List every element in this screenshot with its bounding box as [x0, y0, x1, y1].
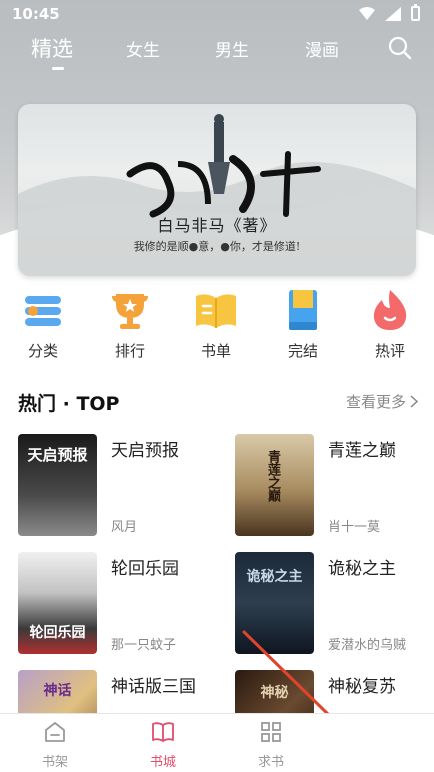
book-title: 轮回乐园 [111, 559, 179, 579]
book-list-icon [194, 288, 238, 332]
section-title: 热门 · TOP [18, 393, 120, 415]
tab-male[interactable]: 男生 [215, 36, 249, 61]
bookshelf-icon [45, 722, 65, 742]
cover-title: 轮回乐园 [29, 625, 86, 641]
book-cover: 天启预报 [18, 434, 97, 536]
view-more-link[interactable]: 查看更多 [346, 391, 418, 412]
book-cover: 轮回乐园 [18, 552, 97, 654]
category-item-ranking[interactable]: 排行 [95, 288, 165, 361]
book-title: 诡秘之主 [328, 559, 396, 579]
book-item[interactable]: 青莲之巅 青莲之巅 肖十一莫 [235, 434, 434, 538]
nav-bookshelf[interactable]: 书架 [20, 720, 90, 770]
tab-featured[interactable]: 精选 [31, 33, 73, 63]
chevron-right-icon [410, 395, 418, 408]
category-item-classify[interactable]: 分类 [8, 288, 78, 361]
book-author: 风月 [111, 520, 138, 535]
bottom-navigation: 书架 书城 求书 [0, 713, 434, 772]
book-cover: 青莲之巅 [235, 434, 314, 536]
tab-comics[interactable]: 漫画 [305, 36, 339, 61]
status-icons [359, 4, 420, 21]
status-time: 10:45 [12, 5, 60, 23]
ranking-label: 排行 [114, 342, 145, 360]
wifi-icon [359, 6, 375, 20]
book-title: 青莲之巅 [328, 441, 396, 461]
hot-reviews-label: 热评 [374, 342, 405, 360]
search-icon[interactable] [388, 36, 412, 60]
booklist-label: 书单 [200, 342, 231, 360]
trophy-icon [108, 288, 152, 332]
category-row: 分类 排行 书单 完结 热评 [0, 288, 434, 368]
nav-book-store-label: 书城 [149, 755, 176, 770]
book-title: 神话版三国 [111, 677, 196, 697]
book-author: 那一只蚊子 [111, 638, 177, 653]
battery-icon [411, 4, 420, 21]
nav-request-book-label: 求书 [257, 755, 284, 770]
view-more-label: 查看更多 [345, 393, 406, 411]
tab-female[interactable]: 女生 [126, 36, 160, 61]
finished-label: 完结 [287, 342, 318, 360]
category-item-booklist[interactable]: 书单 [181, 288, 251, 361]
book-title: 天启预报 [111, 441, 179, 461]
category-item-hot-reviews[interactable]: 热评 [355, 288, 425, 361]
nav-book-store[interactable]: 书城 [128, 720, 198, 770]
book-item[interactable]: 轮回乐园 轮回乐园 那一只蚊子 [18, 552, 218, 656]
category-label: 分类 [27, 342, 58, 360]
category-item-finished[interactable]: 完结 [268, 288, 338, 361]
status-bar: 10:45 [0, 0, 434, 30]
grid-icon [261, 722, 281, 742]
finished-icon [281, 288, 325, 332]
category-icon [21, 288, 65, 332]
active-tab-indicator [52, 67, 64, 70]
promo-banner[interactable]: 白马非马《著》 我修的是顺●意，●你，才是修道! [18, 104, 416, 276]
signal-icon [385, 6, 401, 21]
nav-bookshelf-label: 书架 [41, 755, 68, 770]
cover-title: 青莲之巅 [265, 450, 280, 502]
cover-title: 天启预报 [27, 446, 88, 464]
flame-icon [368, 288, 412, 332]
cover-title: 神话 [43, 683, 72, 699]
banner-subtitle: 我修的是顺●意，●你，才是修道! [133, 240, 301, 253]
book-author: 肖十一莫 [328, 520, 381, 535]
nav-request-book[interactable]: 求书 [236, 720, 306, 770]
banner-title: 白马非马《著》 [157, 216, 277, 235]
book-store-icon [152, 722, 174, 742]
top-tabs: 精选 女生 男生 漫画 [0, 30, 434, 74]
book-item[interactable]: 天启预报 天启预报 风月 [18, 434, 218, 538]
cover-title: 诡秘之主 [246, 569, 303, 585]
